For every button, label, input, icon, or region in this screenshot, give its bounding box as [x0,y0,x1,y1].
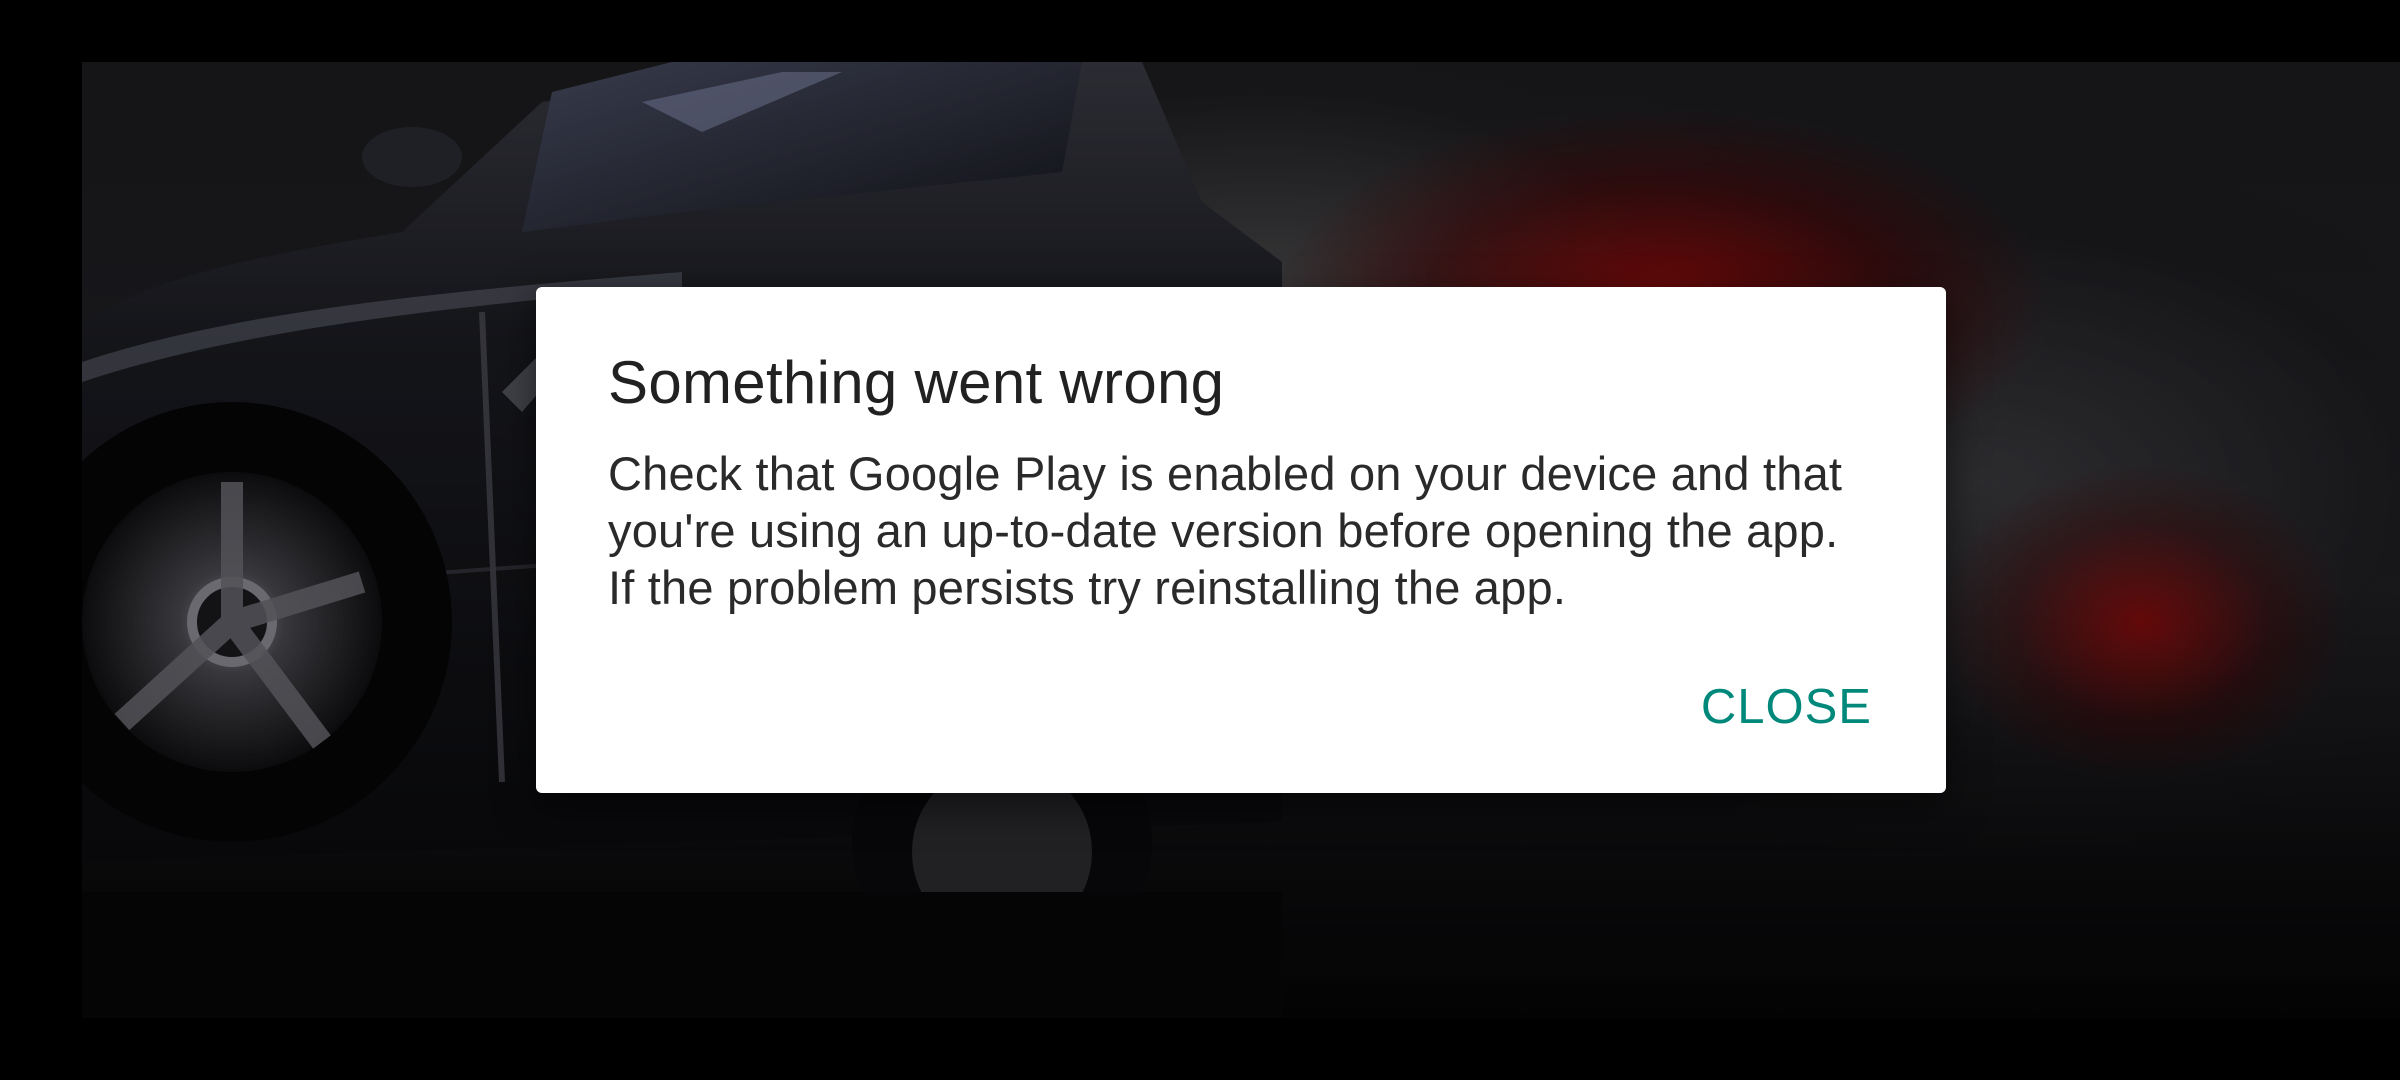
dialog-actions: CLOSE [1701,671,1872,743]
dialog-title: Something went wrong [608,349,1225,416]
dialog-message: Check that Google Play is enabled on you… [608,447,1843,614]
error-dialog: Something went wrong Check that Google P… [536,287,1946,793]
app-screen: Something went wrong Check that Google P… [0,0,2400,1080]
close-button[interactable]: CLOSE [1701,671,1872,743]
